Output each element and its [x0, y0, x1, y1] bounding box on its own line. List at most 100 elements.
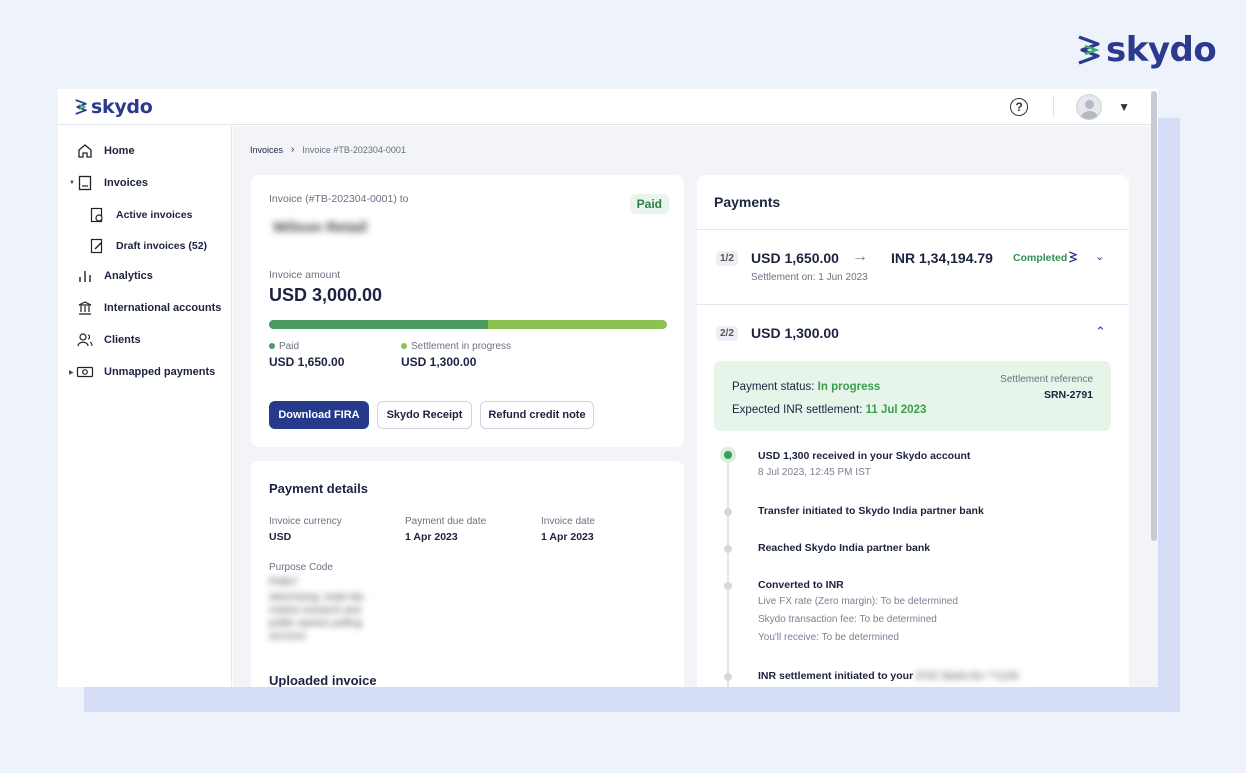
purpose-code-value: P0807 [269, 577, 298, 588]
avatar[interactable] [1076, 94, 1103, 120]
settlement-value: USD 1,300.00 [401, 355, 477, 369]
timeline-step-title: Converted to INR [758, 579, 844, 591]
home-icon [76, 142, 94, 160]
app-window: skydo ? ▼ Home ▼ Invoices Active invoice… [58, 89, 1158, 687]
status-badge: Paid [629, 194, 669, 214]
invoice-icon [76, 174, 94, 192]
sidebar-item-label: International accounts [104, 302, 222, 314]
client-name: Wilson Retail [273, 219, 368, 236]
download-fira-button[interactable]: Download FIRA [269, 401, 369, 429]
settlement-legend: Settlement in progress [401, 341, 511, 352]
chevron-up-icon[interactable]: ⌃ [1095, 324, 1106, 340]
timeline-dot-icon [724, 673, 732, 681]
currency-value: USD [269, 531, 292, 543]
payment-row-1[interactable]: 1/2 USD 1,650.00 → INR 1,34,194.79 Compl… [697, 231, 1129, 305]
sidebar-item-label: Clients [104, 334, 141, 346]
settlement-date: Settlement on: 1 Jun 2023 [751, 272, 868, 283]
payment-details-title: Payment details [269, 481, 368, 496]
skydo-logo-icon [75, 98, 87, 115]
payments-card: Payments 1/2 USD 1,650.00 → INR 1,34,194… [697, 175, 1129, 687]
timeline-step-title: USD 1,300 received in your Skydo account [758, 450, 971, 462]
sidebar-item-international-accounts[interactable]: International accounts [76, 299, 221, 317]
settlement-dot-icon [401, 343, 407, 350]
skydo-logo-icon [1068, 251, 1078, 263]
usd-amount: USD 1,300.00 [751, 325, 839, 341]
sidebar-item-invoices[interactable]: ▼ Invoices [69, 174, 149, 192]
payment-status-label: Payment status: [732, 381, 815, 393]
breadcrumb: Invoices › Invoice #TB-202304-0001 [250, 144, 406, 155]
completed-status: Completed [1013, 252, 1068, 264]
clients-icon [76, 331, 94, 349]
payment-status-value: In progress [817, 381, 881, 393]
chevron-down-icon[interactable]: ▼ [69, 180, 75, 186]
sidebar-item-label: Draft invoices (52) [116, 240, 208, 252]
due-date-label: Payment due date [405, 516, 487, 527]
timeline-dot-icon [724, 582, 732, 590]
chevron-down-icon[interactable]: ⌄ [1095, 250, 1104, 263]
uploaded-invoice-title: Uploaded invoice [269, 673, 377, 687]
timeline-step-sub: You'll receive: To be determined [758, 632, 899, 643]
timeline-step-sub: Skydo transaction fee: To be determined [758, 614, 937, 625]
chevron-right-icon[interactable]: ▶ [69, 369, 74, 376]
analytics-icon [76, 267, 94, 285]
timeline-step-sub: Live FX rate (Zero margin): To be determ… [758, 596, 958, 607]
sidebar-item-label: Invoices [104, 177, 149, 189]
breadcrumb-current: Invoice #TB-202304-0001 [302, 144, 406, 155]
timeline-dot-icon [724, 545, 732, 553]
breadcrumb-root[interactable]: Invoices [250, 145, 283, 155]
active-invoice-icon [88, 206, 106, 224]
sidebar-item-analytics[interactable]: Analytics [76, 267, 153, 285]
paid-value: USD 1,650.00 [269, 355, 345, 369]
timeline-dot-icon [724, 508, 732, 516]
usd-amount: USD 1,650.00 [751, 250, 839, 266]
scrollbar[interactable] [1151, 91, 1157, 541]
sidebar-item-draft-invoices[interactable]: Draft invoices (52) [88, 237, 207, 255]
sidebar-item-label: Home [104, 145, 135, 157]
draft-invoice-icon [88, 237, 106, 255]
invoice-amount: USD 3,000.00 [269, 285, 383, 305]
arrow-right-icon: → [852, 248, 868, 265]
topbar-actions: ? ▼ [1010, 89, 1130, 125]
timeline-active-dot-icon [724, 451, 732, 459]
timeline-step-text: INR settlement initiated to your [758, 670, 914, 682]
help-icon[interactable]: ? [1010, 98, 1029, 116]
timeline-line [727, 457, 729, 687]
timeline-step-sub: 8 Jul 2023, 12:45 PM IST [758, 467, 871, 478]
chevron-down-icon[interactable]: ▼ [1118, 100, 1130, 114]
sidebar-item-home[interactable]: Home [76, 142, 135, 160]
payment-progress-bar [269, 320, 667, 329]
timeline-step-title: Reached Skydo India partner bank [758, 542, 931, 554]
payment-index: 2/2 [716, 326, 738, 341]
paid-label: Paid [279, 341, 300, 352]
paid-fill [269, 320, 488, 329]
payment-details-card: Payment details Invoice currency USD Pay… [251, 461, 684, 687]
top-bar: skydo ? ▼ [58, 89, 1158, 125]
invoice-amount-label: Invoice amount [269, 269, 341, 281]
sidebar-item-unmapped-payments[interactable]: ▶ Unmapped payments [69, 363, 216, 381]
sidebar-item-label: Analytics [104, 270, 153, 282]
brand-wordmark: skydo [1106, 30, 1217, 70]
divider [1053, 96, 1055, 118]
app-logo[interactable]: skydo [74, 96, 153, 118]
invoice-date-label: Invoice date [541, 516, 595, 527]
payment-status-line: Payment status: In progress [732, 381, 880, 393]
sidebar-item-label: Active invoices [116, 209, 193, 221]
inr-amount: INR 1,34,194.79 [891, 250, 993, 266]
sidebar-item-active-invoices[interactable]: Active invoices [88, 206, 192, 224]
settlement-label: Settlement in progress [411, 341, 512, 352]
timeline-step-title: INR settlement initiated to your IFSC Ba… [758, 670, 1019, 682]
expected-settlement-value: 11 Jul 2023 [865, 404, 927, 416]
sidebar-item-clients[interactable]: Clients [76, 331, 141, 349]
payment-index: 1/2 [716, 251, 738, 266]
purpose-code-label: Purpose Code [269, 562, 333, 573]
payments-title: Payments [697, 175, 1129, 230]
invoice-title: Invoice (#TB-202304-0001) to [269, 193, 409, 205]
masked-bank-account: IFSC Bank A/c **1234 [916, 670, 1019, 682]
purpose-code-description: Advertising, trade fair, market research… [269, 592, 366, 642]
refund-credit-note-button[interactable]: Refund credit note [480, 401, 594, 429]
skydo-receipt-button[interactable]: Skydo Receipt [377, 401, 472, 429]
timeline-step-title: Transfer initiated to Skydo India partne… [758, 505, 984, 517]
cash-icon [76, 363, 94, 381]
sidebar-item-label: Unmapped payments [104, 366, 216, 378]
payment-status-box: Payment status: In progress Expected INR… [714, 361, 1111, 431]
